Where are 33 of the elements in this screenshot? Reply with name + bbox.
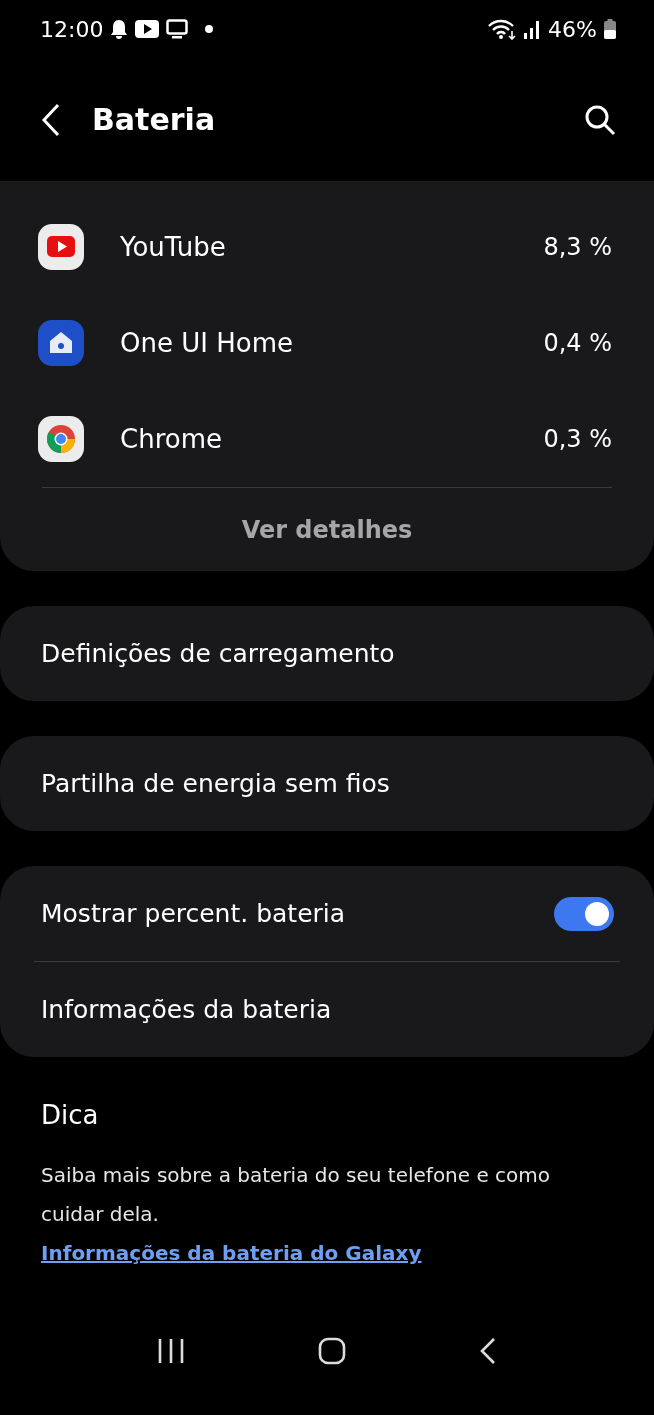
battery-percentage: 46% (548, 16, 597, 42)
setting-label[interactable]: Partilha de energia sem fios (41, 769, 614, 798)
back-nav-button[interactable] (479, 1337, 498, 1365)
recent-apps-button[interactable] (156, 1337, 185, 1365)
tip-link[interactable]: Informações da bateria do Galaxy (41, 1234, 422, 1273)
tip-text: Saiba mais sobre a bateria do seu telefone e como cuidar dela. (41, 1162, 552, 1228)
details-button[interactable]: Ver detalhes (0, 488, 654, 571)
app-name: Chrome (120, 424, 223, 454)
app-name: YouTube (120, 232, 227, 262)
home-app-icon (38, 320, 84, 366)
page-title: Bateria (92, 102, 217, 137)
signal-icon (523, 19, 542, 39)
tip-title: Dica (41, 1100, 100, 1130)
app-name: One UI Home (120, 328, 294, 358)
monitor-icon (166, 19, 189, 39)
video-icon (135, 20, 160, 38)
setting-label[interactable]: Definições de carregamento (41, 639, 614, 668)
browser-app-icon (38, 416, 84, 462)
search-button[interactable] (584, 103, 616, 136)
usage-percentage: 0,3 % (543, 425, 612, 453)
setting-label[interactable]: Informações da bateria (41, 995, 614, 1024)
home-button[interactable] (318, 1337, 346, 1365)
toggle-switch[interactable] (554, 896, 614, 931)
dot-icon (205, 25, 214, 33)
usage-percentage: 0,4 % (543, 329, 612, 357)
bell-icon (110, 19, 129, 39)
back-button[interactable] (40, 102, 62, 137)
usage-percentage: 8,3 % (543, 233, 612, 261)
wifi-icon (488, 18, 517, 40)
video-app-icon (38, 224, 84, 270)
status-time: 12:00 (40, 16, 104, 42)
battery-icon (604, 19, 616, 39)
setting-label[interactable]: Mostrar percent. bateria (41, 899, 554, 928)
